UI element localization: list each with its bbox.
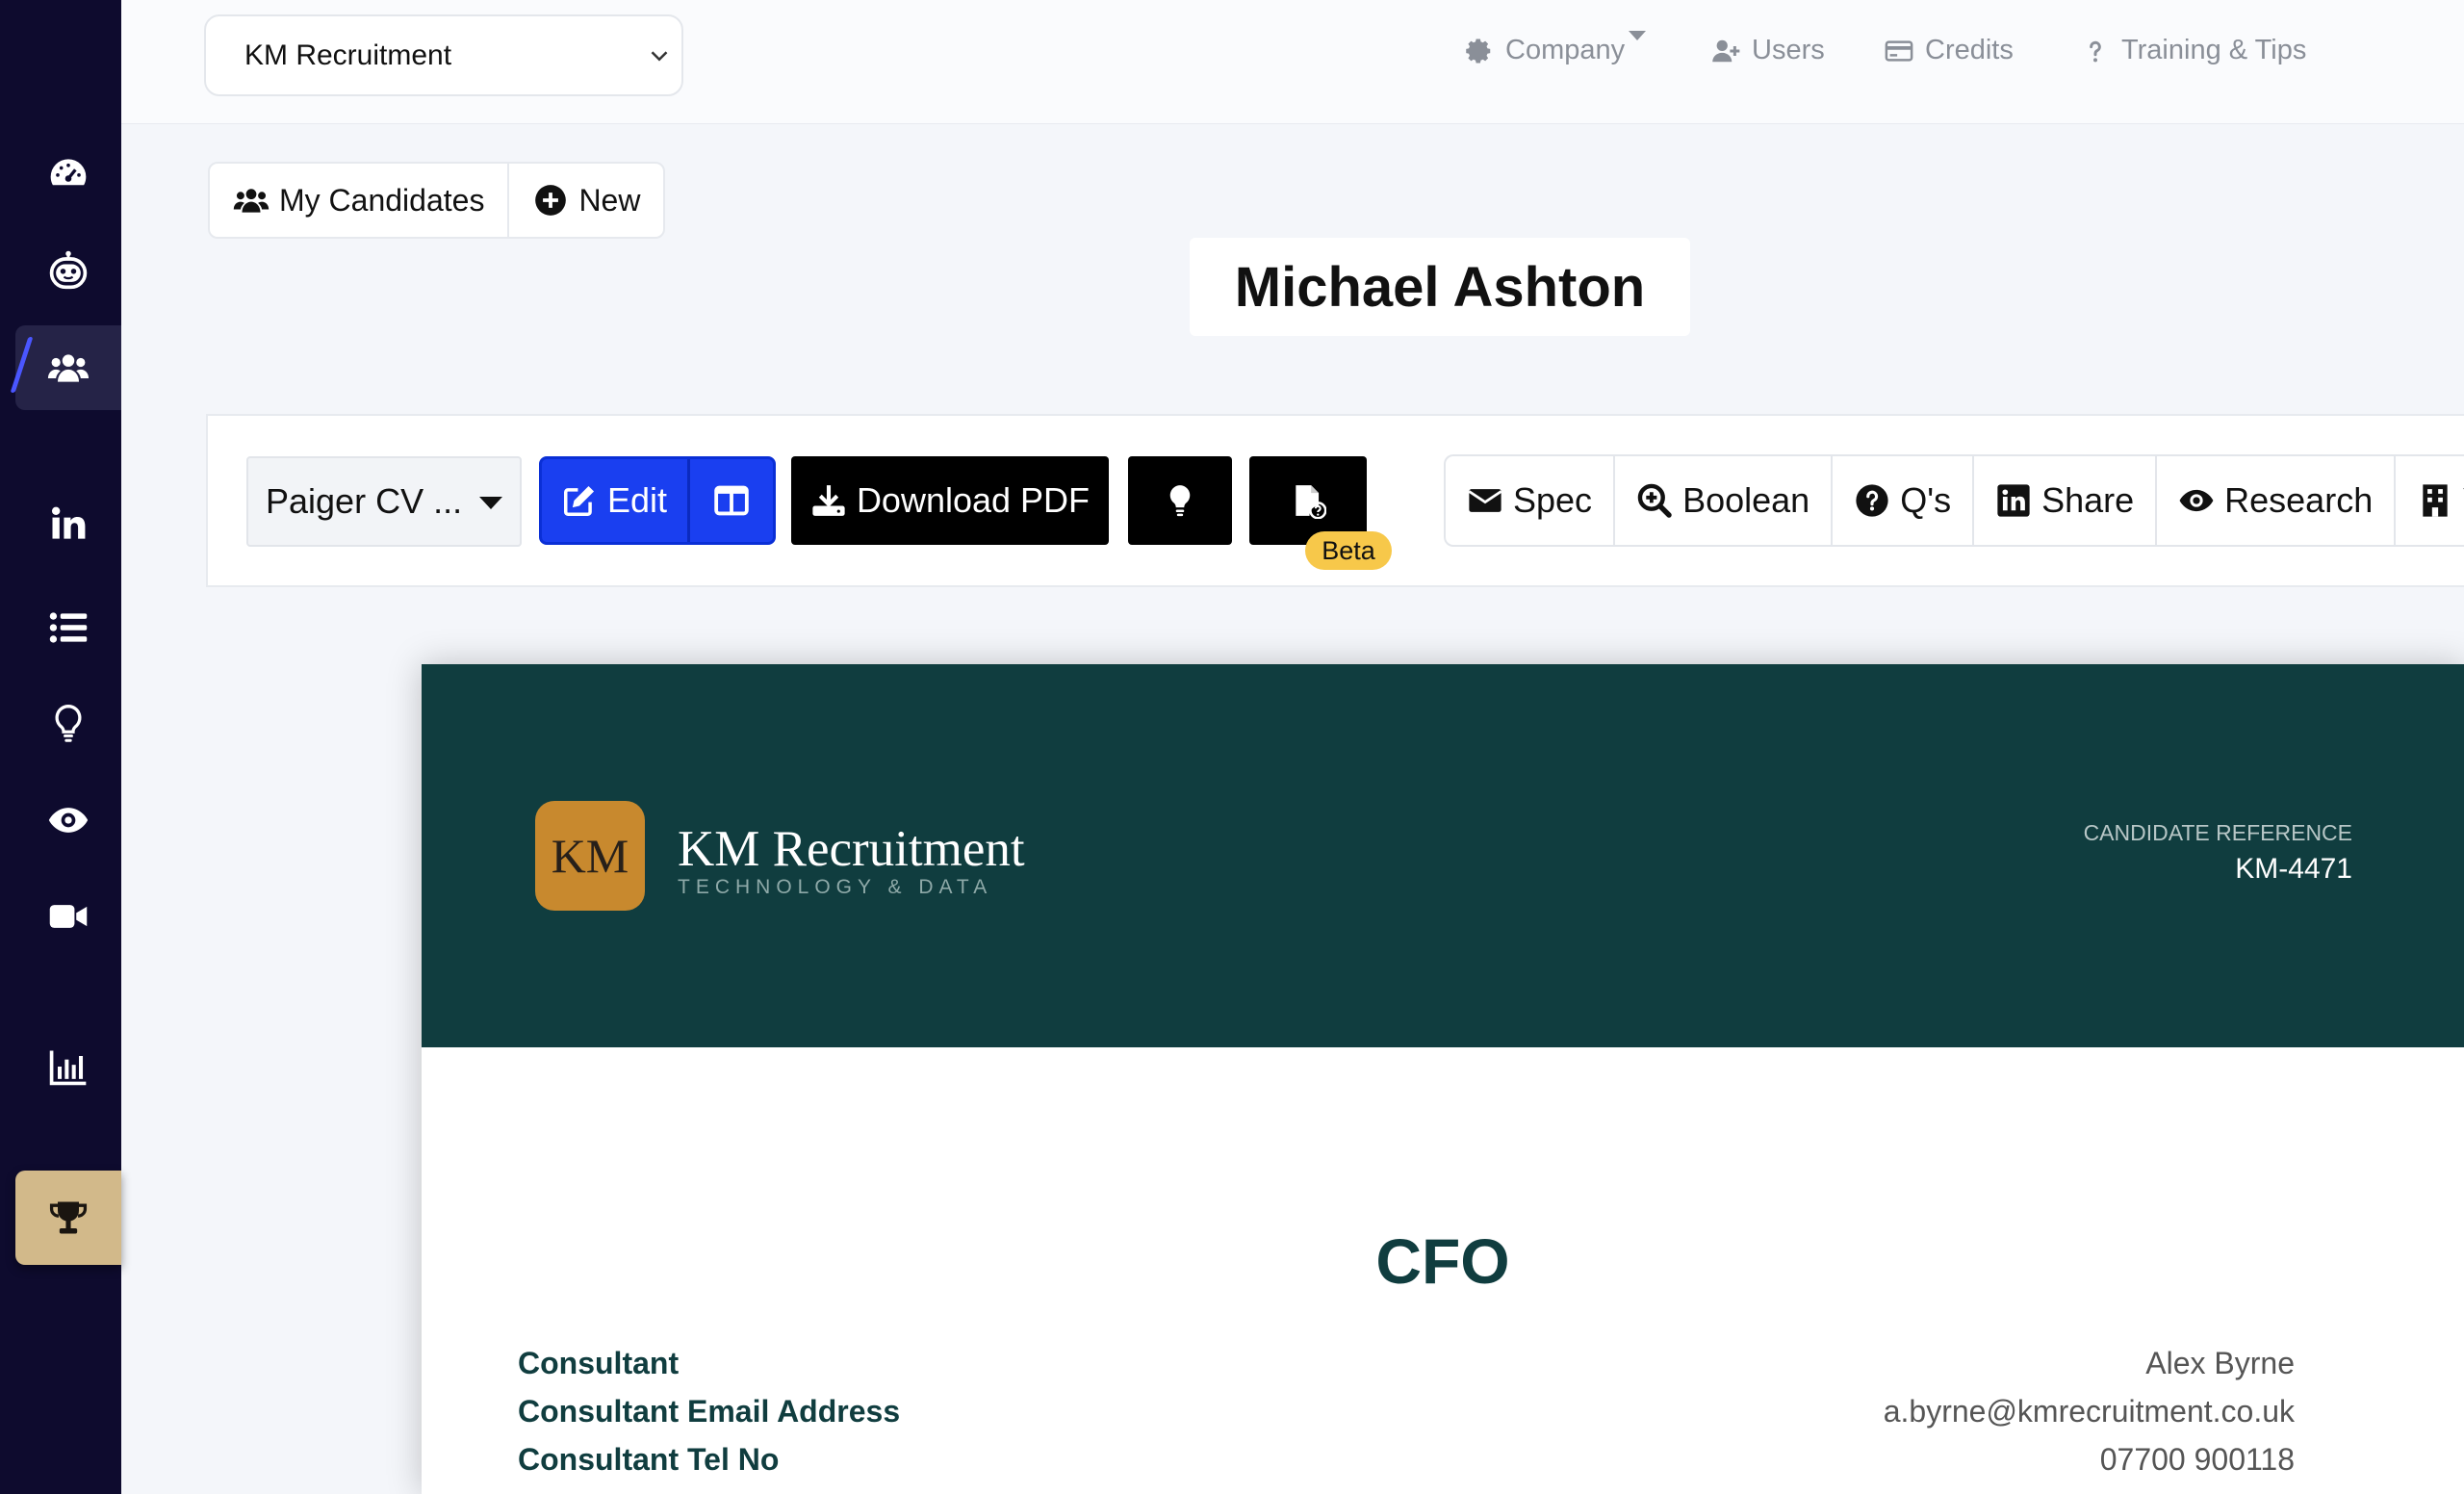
brand-logo-initials: KM <box>551 829 629 883</box>
boolean-label: Boolean <box>1682 480 1810 520</box>
cv-detail-row: Consultant Email Address a.byrne@kmrecru… <box>518 1394 2295 1430</box>
brand-tagline: TECHNOLOGY & DATA <box>678 876 993 898</box>
share-label: Share <box>2041 480 2135 520</box>
sidebar-item-dashboard[interactable] <box>15 131 121 216</box>
sidebar-item-rewards[interactable] <box>15 1171 121 1265</box>
organisation-select[interactable]: KM Recruitment <box>204 14 683 96</box>
envelope-icon <box>1468 489 1502 512</box>
plus-circle-icon <box>535 185 567 216</box>
spec-label: Spec <box>1513 480 1593 520</box>
candidate-name: Michael Ashton <box>1190 238 1690 336</box>
cv-detail-row: Consultant Tel No 07700 900118 <box>518 1442 2295 1478</box>
sidebar-item-watch[interactable] <box>15 778 121 863</box>
spec-button[interactable]: Spec <box>1446 456 1613 545</box>
linkedin-icon <box>51 506 86 539</box>
cv-detail-value: 07700 900118 <box>2099 1442 2295 1477</box>
edit-icon <box>564 485 595 516</box>
eye-icon <box>2179 489 2214 512</box>
brand-logo: KM <box>535 801 645 911</box>
brand-name: KM Recruitment <box>678 821 1025 877</box>
cv-header: KM KM Recruitment TECHNOLOGY & DATA CAND… <box>422 664 2464 1047</box>
top-bar: KM Recruitment Company Users Credits Tra… <box>121 0 2464 124</box>
cv-detail-label: Consultant Email Address <box>518 1394 901 1429</box>
sidebar-item-candidates[interactable] <box>10 325 121 410</box>
share-button[interactable]: Share <box>1972 456 2155 545</box>
download-icon <box>812 485 845 516</box>
sidebar-item-video[interactable] <box>15 874 121 959</box>
users-icon <box>233 189 270 213</box>
cv-detail-label: Consultant <box>518 1346 680 1380</box>
add-user-icon <box>1712 39 1740 62</box>
credit-card-icon <box>1885 39 1913 62</box>
users-icon <box>47 354 90 382</box>
question-icon <box>2090 40 2101 62</box>
boolean-button[interactable]: Boolean <box>1613 456 1831 545</box>
lightbulb-icon <box>55 705 82 742</box>
gear-icon <box>1466 39 1491 63</box>
question-circle-icon <box>1856 484 1888 517</box>
list-icon <box>49 612 88 643</box>
download-pdf-label: Download PDF <box>856 480 1091 520</box>
beta-badge: Beta <box>1305 531 1392 570</box>
video-icon <box>49 905 88 928</box>
questions-button[interactable]: Q's <box>1831 456 1972 545</box>
my-candidates-button[interactable]: My Candidates <box>210 164 507 237</box>
cv-detail-value: Alex Byrne <box>2145 1346 2295 1380</box>
sidebar-item-insights[interactable] <box>15 682 121 766</box>
candidate-name-text: Michael Ashton <box>1234 255 1646 319</box>
template-select-value: Paiger CV ... <box>266 481 463 521</box>
dashboard-gauge-icon <box>50 159 87 186</box>
chevron-down-icon <box>651 51 668 62</box>
search-plus-icon <box>1637 483 1672 518</box>
linkedin-square-icon <box>1997 484 2030 517</box>
candidate-reference-label: CANDIDATE REFERENCE <box>2083 820 2352 845</box>
cv-preview: KM KM Recruitment TECHNOLOGY & DATA CAND… <box>422 664 2464 1494</box>
edit-label: Edit <box>607 480 668 520</box>
sidebar-item-linkedin[interactable] <box>15 481 121 566</box>
eye-icon <box>48 808 89 833</box>
research-label: Research <box>2224 480 2374 520</box>
nav-users-label: Users <box>1752 35 1825 65</box>
candidates-nav-group: My Candidates New <box>208 162 666 239</box>
trophy-icon <box>49 1201 88 1234</box>
my-candidates-label: My Candidates <box>279 182 485 218</box>
split-view-button[interactable] <box>690 459 773 542</box>
sidebar-item-analytics[interactable] <box>15 1024 121 1109</box>
questions-label: Q's <box>1900 480 1952 520</box>
nav-credits-label: Credits <box>1925 35 2014 65</box>
company-button-truncated[interactable]: V <box>2394 456 2464 545</box>
tips-button[interactable] <box>1128 456 1232 545</box>
columns-icon <box>714 485 749 516</box>
nav-training-label: Training & Tips <box>2121 35 2307 65</box>
organisation-select-value: KM Recruitment <box>244 39 452 71</box>
edit-button[interactable]: Edit <box>542 459 690 542</box>
candidate-reference-value: KM-4471 <box>2235 853 2352 885</box>
sidebar-item-ai[interactable] <box>15 227 121 312</box>
sidebar <box>0 0 121 1494</box>
nav-credits[interactable]: Credits <box>1885 35 2014 66</box>
research-button[interactable]: Research <box>2155 456 2394 545</box>
lightbulb-icon <box>1169 485 1191 517</box>
nav-training[interactable]: Training & Tips <box>2081 35 2306 66</box>
company-dropdown-caret-icon[interactable] <box>1629 31 1646 40</box>
file-question-icon <box>1296 485 1326 519</box>
nav-users[interactable]: Users <box>1711 35 1825 66</box>
nav-company[interactable]: Company <box>1465 35 1625 66</box>
nav-company-label: Company <box>1505 35 1626 65</box>
cv-job-title: CFO <box>1375 1225 1510 1297</box>
new-candidate-label: New <box>578 182 641 218</box>
template-select[interactable]: Paiger CV ... <box>246 456 522 547</box>
download-pdf-button[interactable]: Download PDF <box>791 456 1109 545</box>
cv-detail-row: Consultant Alex Byrne <box>518 1346 2295 1381</box>
cv-detail-label: Consultant Tel No <box>518 1442 780 1477</box>
chart-icon <box>49 1050 87 1086</box>
robot-icon <box>49 250 88 290</box>
cv-actions-group: Spec Boolean Q's Share Research V <box>1444 454 2464 547</box>
caret-down-icon <box>479 497 502 509</box>
edit-button-group: Edit <box>539 456 776 545</box>
cv-detail-value: a.byrne@kmrecruitment.co.uk <box>1883 1394 2295 1429</box>
building-icon <box>2423 484 2448 517</box>
sidebar-item-lists[interactable] <box>15 585 121 670</box>
new-candidate-button[interactable]: New <box>507 164 663 237</box>
